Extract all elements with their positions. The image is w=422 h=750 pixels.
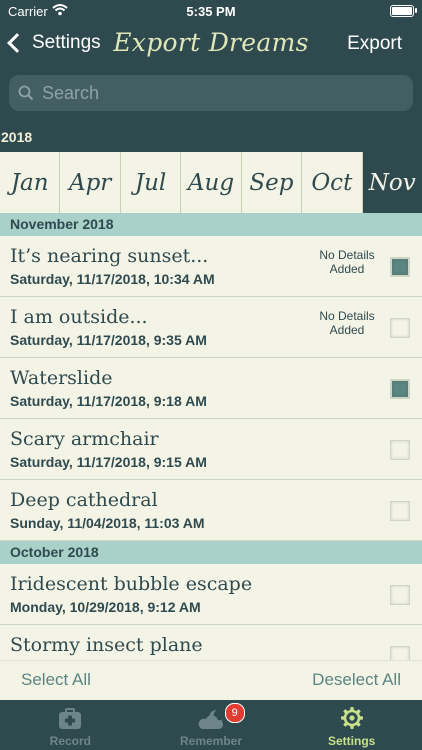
list-item[interactable]: Waterslide Saturday, 11/17/2018, 9:18 AM — [0, 358, 422, 419]
month-oct[interactable]: Oct — [302, 152, 363, 213]
tab-label: Settings — [328, 734, 376, 748]
status-bar: Carrier 5:35 PM — [0, 0, 422, 22]
status-time: 5:35 PM — [186, 4, 236, 19]
dream-date: Saturday, 11/17/2018, 9:18 AM — [10, 393, 207, 409]
battery-icon — [390, 5, 414, 17]
dream-title: I am outside... — [10, 306, 148, 328]
dream-title: Deep cathedral — [10, 489, 158, 511]
checkbox[interactable] — [390, 379, 410, 399]
list-item[interactable]: Scary armchair Saturday, 11/17/2018, 9:1… — [0, 419, 422, 480]
tab-record[interactable]: Record — [0, 700, 141, 750]
tab-label: Record — [49, 734, 91, 748]
dream-date: Saturday, 11/17/2018, 9:15 AM — [10, 454, 207, 470]
details-note: No Details Added — [319, 248, 375, 276]
export-button[interactable]: Export — [347, 33, 402, 55]
month-jan[interactable]: Jan — [0, 152, 61, 213]
checkbox[interactable] — [390, 585, 410, 605]
export-dreams-screen: Carrier 5:35 PM Settings Export Dreams E… — [0, 0, 422, 750]
checkbox[interactable] — [390, 318, 410, 338]
battery-nub — [415, 8, 417, 13]
section-header: October 2018 — [0, 541, 422, 564]
month-jul[interactable]: Jul — [120, 152, 182, 213]
month-nov[interactable]: Nov — [362, 152, 422, 213]
list-item[interactable]: Stormy insect plane — [0, 625, 422, 660]
month-sep[interactable]: Sep — [241, 152, 303, 213]
dream-list[interactable]: November 2018 It’s nearing sunset... Sat… — [0, 213, 422, 660]
section-header: November 2018 — [0, 213, 422, 236]
selection-bar: Select All Deselect All — [0, 660, 422, 701]
cloud-moon-icon — [198, 709, 224, 729]
dream-title: It’s nearing sunset... — [10, 245, 209, 267]
dream-date: Sunday, 11/04/2018, 11:03 AM — [10, 515, 205, 531]
tab-label: Remember — [179, 734, 243, 748]
gear-icon — [340, 707, 363, 729]
select-all-button[interactable]: Select All — [21, 670, 91, 690]
checkbox[interactable] — [390, 257, 410, 277]
tab-remember[interactable]: Remember 9 — [141, 700, 282, 750]
dream-date: Saturday, 11/17/2018, 9:35 AM — [10, 332, 207, 348]
dream-date: Saturday, 11/17/2018, 10:34 AM — [10, 271, 215, 287]
checkbox[interactable] — [390, 501, 410, 521]
search-icon — [18, 85, 34, 101]
checkbox[interactable] — [390, 440, 410, 460]
tab-settings[interactable]: Settings — [281, 700, 422, 750]
month-selector: Jan Apr Jul Aug Sep Oct Nov — [0, 152, 422, 213]
list-item[interactable]: Iridescent bubble escape Monday, 10/29/2… — [0, 564, 422, 625]
list-item[interactable]: I am outside... Saturday, 11/17/2018, 9:… — [0, 297, 422, 358]
tab-bar: Record Remember 9 Settings — [0, 700, 422, 750]
medkit-icon — [59, 708, 82, 729]
dream-title: Stormy insect plane — [10, 634, 203, 656]
notification-badge: 9 — [224, 703, 245, 723]
dream-title: Iridescent bubble escape — [10, 573, 253, 595]
top-bar: Carrier 5:35 PM Settings Export Dreams E… — [0, 0, 422, 122]
search-input[interactable] — [40, 81, 404, 105]
list-item[interactable]: Deep cathedral Sunday, 11/04/2018, 11:03… — [0, 480, 422, 541]
search-bar[interactable] — [9, 75, 413, 111]
list-item[interactable]: It’s nearing sunset... Saturday, 11/17/2… — [0, 236, 422, 297]
year-label: 2018 — [0, 122, 422, 152]
navigation-bar: Settings Export Dreams Export — [0, 22, 422, 66]
dream-title: Waterslide — [10, 367, 113, 389]
month-aug[interactable]: Aug — [181, 152, 242, 213]
dream-date: Monday, 10/29/2018, 9:12 AM — [10, 599, 201, 615]
details-note: No Details Added — [319, 309, 375, 337]
month-apr[interactable]: Apr — [60, 152, 121, 213]
dream-title: Scary armchair — [10, 428, 159, 450]
checkbox[interactable] — [390, 646, 410, 660]
deselect-all-button[interactable]: Deselect All — [312, 670, 401, 690]
